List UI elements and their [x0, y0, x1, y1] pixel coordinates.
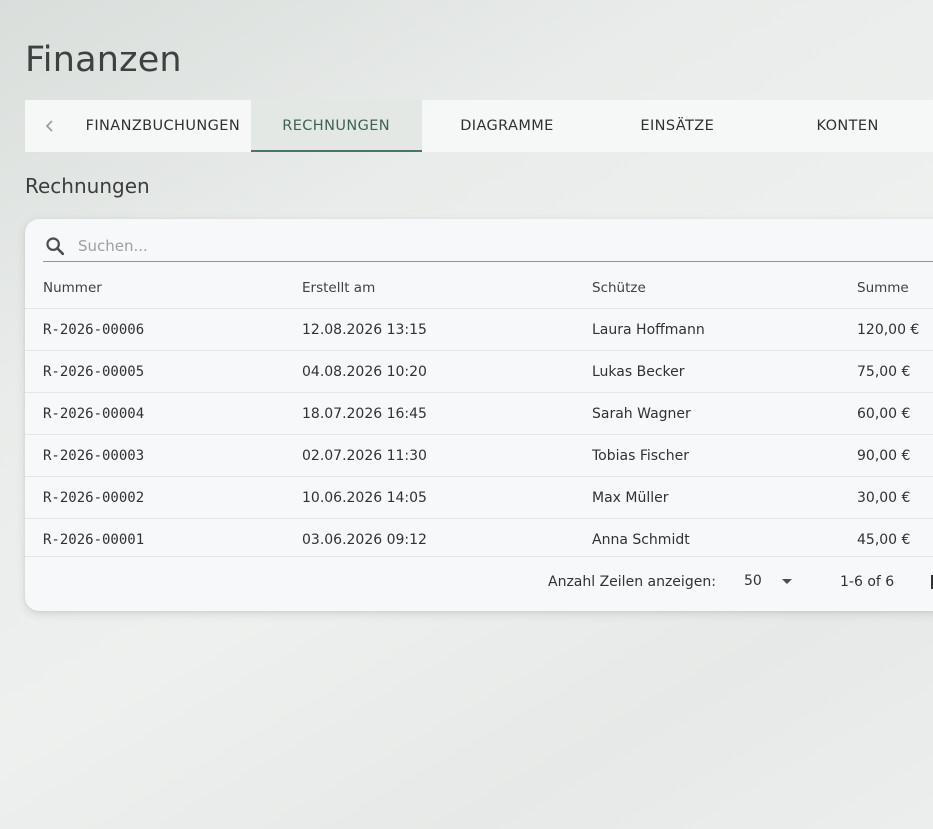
- cell-schuetze: Max Müller: [592, 476, 857, 519]
- table-header-row: Nummer Erstellt am Schütze Summe: [25, 268, 933, 309]
- pagination-range: 1-6 of 6: [840, 574, 895, 590]
- table-row[interactable]: R-2026-00003 02.07.2026 11:30 Tobias Fis…: [25, 434, 933, 477]
- invoice-table-card: Nummer Erstellt am Schütze Summe R-2026-…: [25, 219, 933, 611]
- cell-nummer: R-2026-00004: [25, 392, 302, 435]
- cell-nummer: R-2026-00006: [25, 308, 302, 351]
- table-row[interactable]: R-2026-00005 04.08.2026 10:20 Lukas Beck…: [25, 350, 933, 393]
- rows-per-page-label: Anzahl Zeilen anzeigen:: [548, 574, 716, 590]
- column-header-summe[interactable]: Summe: [857, 268, 933, 309]
- cell-erstellt-am: 18.07.2026 16:45: [302, 392, 592, 435]
- cell-erstellt-am: 02.07.2026 11:30: [302, 434, 592, 477]
- tab-scroll-left-button[interactable]: [25, 100, 75, 152]
- cell-erstellt-am: 04.08.2026 10:20: [302, 350, 592, 393]
- cell-schuetze: Sarah Wagner: [592, 392, 857, 435]
- cell-schuetze: Anna Schmidt: [592, 518, 857, 560]
- tab-finanzbuchungen[interactable]: FINANZBUCHUNGEN: [75, 100, 251, 152]
- column-header-nummer[interactable]: Nummer: [25, 268, 302, 309]
- table-row[interactable]: R-2026-00004 18.07.2026 16:45 Sarah Wagn…: [25, 392, 933, 435]
- cell-schuetze: Lukas Becker: [592, 350, 857, 393]
- table-row[interactable]: R-2026-00002 10.06.2026 14:05 Max Müller…: [25, 476, 933, 519]
- invoice-table: Nummer Erstellt am Schütze Summe R-2026-…: [25, 268, 933, 560]
- cell-schuetze: Laura Hoffmann: [592, 308, 857, 351]
- tab-rechnungen[interactable]: RECHNUNGEN: [250, 100, 422, 152]
- cell-summe: 75,00 €: [857, 350, 933, 393]
- rows-per-page-select[interactable]: 50: [744, 573, 794, 589]
- section-title: Rechnungen: [25, 174, 150, 198]
- tab-bar: FINANZBUCHUNGEN RECHNUNGEN DIAGRAMME EIN…: [25, 100, 933, 152]
- cell-summe: 120,00 €: [857, 308, 933, 351]
- cell-schuetze: Tobias Fischer: [592, 434, 857, 477]
- tab-einsaetze[interactable]: EINSÄTZE: [592, 100, 762, 152]
- cell-summe: 45,00 €: [857, 518, 933, 560]
- table-row[interactable]: R-2026-00001 03.06.2026 09:12 Anna Schmi…: [25, 518, 933, 560]
- page-title: Finanzen: [25, 40, 182, 80]
- caret-down-icon: [782, 579, 792, 584]
- cell-nummer: R-2026-00005: [25, 350, 302, 393]
- cell-summe: 90,00 €: [857, 434, 933, 477]
- cell-erstellt-am: 03.06.2026 09:12: [302, 518, 592, 560]
- rows-per-page-value: 50: [744, 573, 762, 589]
- chevron-left-icon: [45, 120, 53, 132]
- table-pagination: Anzahl Zeilen anzeigen: 50 1-6 of 6: [25, 556, 933, 611]
- search-field: [43, 231, 933, 262]
- column-header-erstellt-am[interactable]: Erstellt am: [302, 268, 592, 309]
- cell-erstellt-am: 10.06.2026 14:05: [302, 476, 592, 519]
- column-header-schuetze[interactable]: Schütze: [592, 268, 857, 309]
- table-row[interactable]: R-2026-00006 12.08.2026 13:15 Laura Hoff…: [25, 308, 933, 351]
- search-icon: [43, 234, 67, 258]
- cell-summe: 60,00 €: [857, 392, 933, 435]
- cell-erstellt-am: 12.08.2026 13:15: [302, 308, 592, 351]
- tab-diagramme[interactable]: DIAGRAMME: [422, 100, 593, 152]
- cell-summe: 30,00 €: [857, 476, 933, 519]
- cell-nummer: R-2026-00003: [25, 434, 302, 477]
- cell-nummer: R-2026-00001: [25, 518, 302, 560]
- cell-nummer: R-2026-00002: [25, 476, 302, 519]
- tab-konten[interactable]: KONTEN: [762, 100, 933, 152]
- search-input[interactable]: [76, 236, 680, 256]
